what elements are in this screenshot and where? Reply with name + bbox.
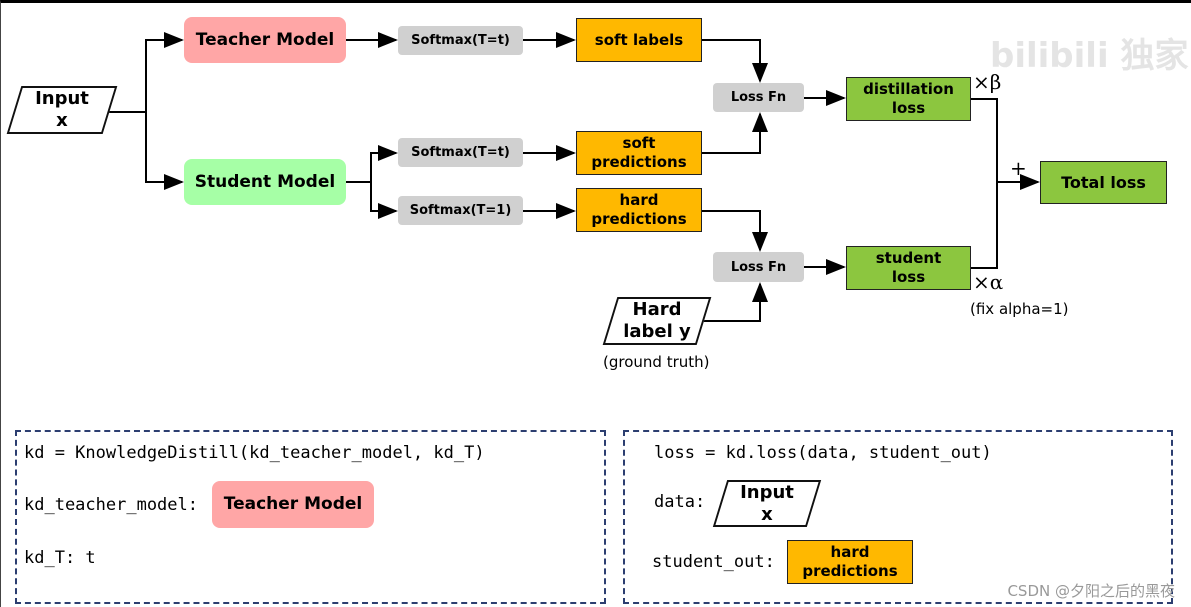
soft-labels-node: soft labels [576, 18, 702, 62]
ground-truth-note: (ground truth) [603, 353, 710, 371]
hard-predictions-node: hard predictions [576, 188, 702, 232]
teacher-model-chip: Teacher Model [212, 481, 374, 528]
teacher-model-node: Teacher Model [184, 17, 346, 63]
input-x-node: Input x [6, 86, 118, 134]
code-label: data: [654, 492, 706, 512]
softmax-teacher-node: Softmax(T=t) [398, 26, 523, 55]
code-line: kd = KnowledgeDistill(kd_teacher_model, … [24, 443, 485, 463]
code-label: kd_teacher_model: [24, 495, 198, 515]
hard-label-node: Hard label y [602, 297, 712, 345]
code-line: loss = kd.loss(data, student_out) [654, 443, 992, 463]
alpha-label: ×α [973, 270, 1004, 294]
input-x-chip: Input x [712, 480, 822, 527]
beta-label: ×β [973, 70, 1002, 94]
softmax-student-soft-node: Softmax(T=t) [398, 138, 523, 167]
loss-fn-top-node: Loss Fn [713, 83, 804, 112]
code-line: kd_T: t [24, 548, 96, 568]
hard-predictions-chip: hard predictions [787, 540, 913, 584]
student-model-node: Student Model [184, 159, 346, 205]
student-loss-node: student loss [846, 246, 971, 290]
code-label: student_out: [652, 552, 775, 572]
distillation-loss-node: distillation loss [846, 77, 971, 121]
plus-label: + [1010, 156, 1027, 180]
csdn-watermark: CSDN @夕阳之后的黑夜 [1007, 582, 1175, 600]
loss-fn-bottom-node: Loss Fn [713, 252, 804, 282]
total-loss-node: Total loss [1040, 161, 1167, 204]
soft-predictions-node: soft predictions [576, 131, 702, 175]
fix-alpha-note: (fix alpha=1) [970, 300, 1069, 318]
softmax-student-hard-node: Softmax(T=1) [398, 196, 523, 225]
